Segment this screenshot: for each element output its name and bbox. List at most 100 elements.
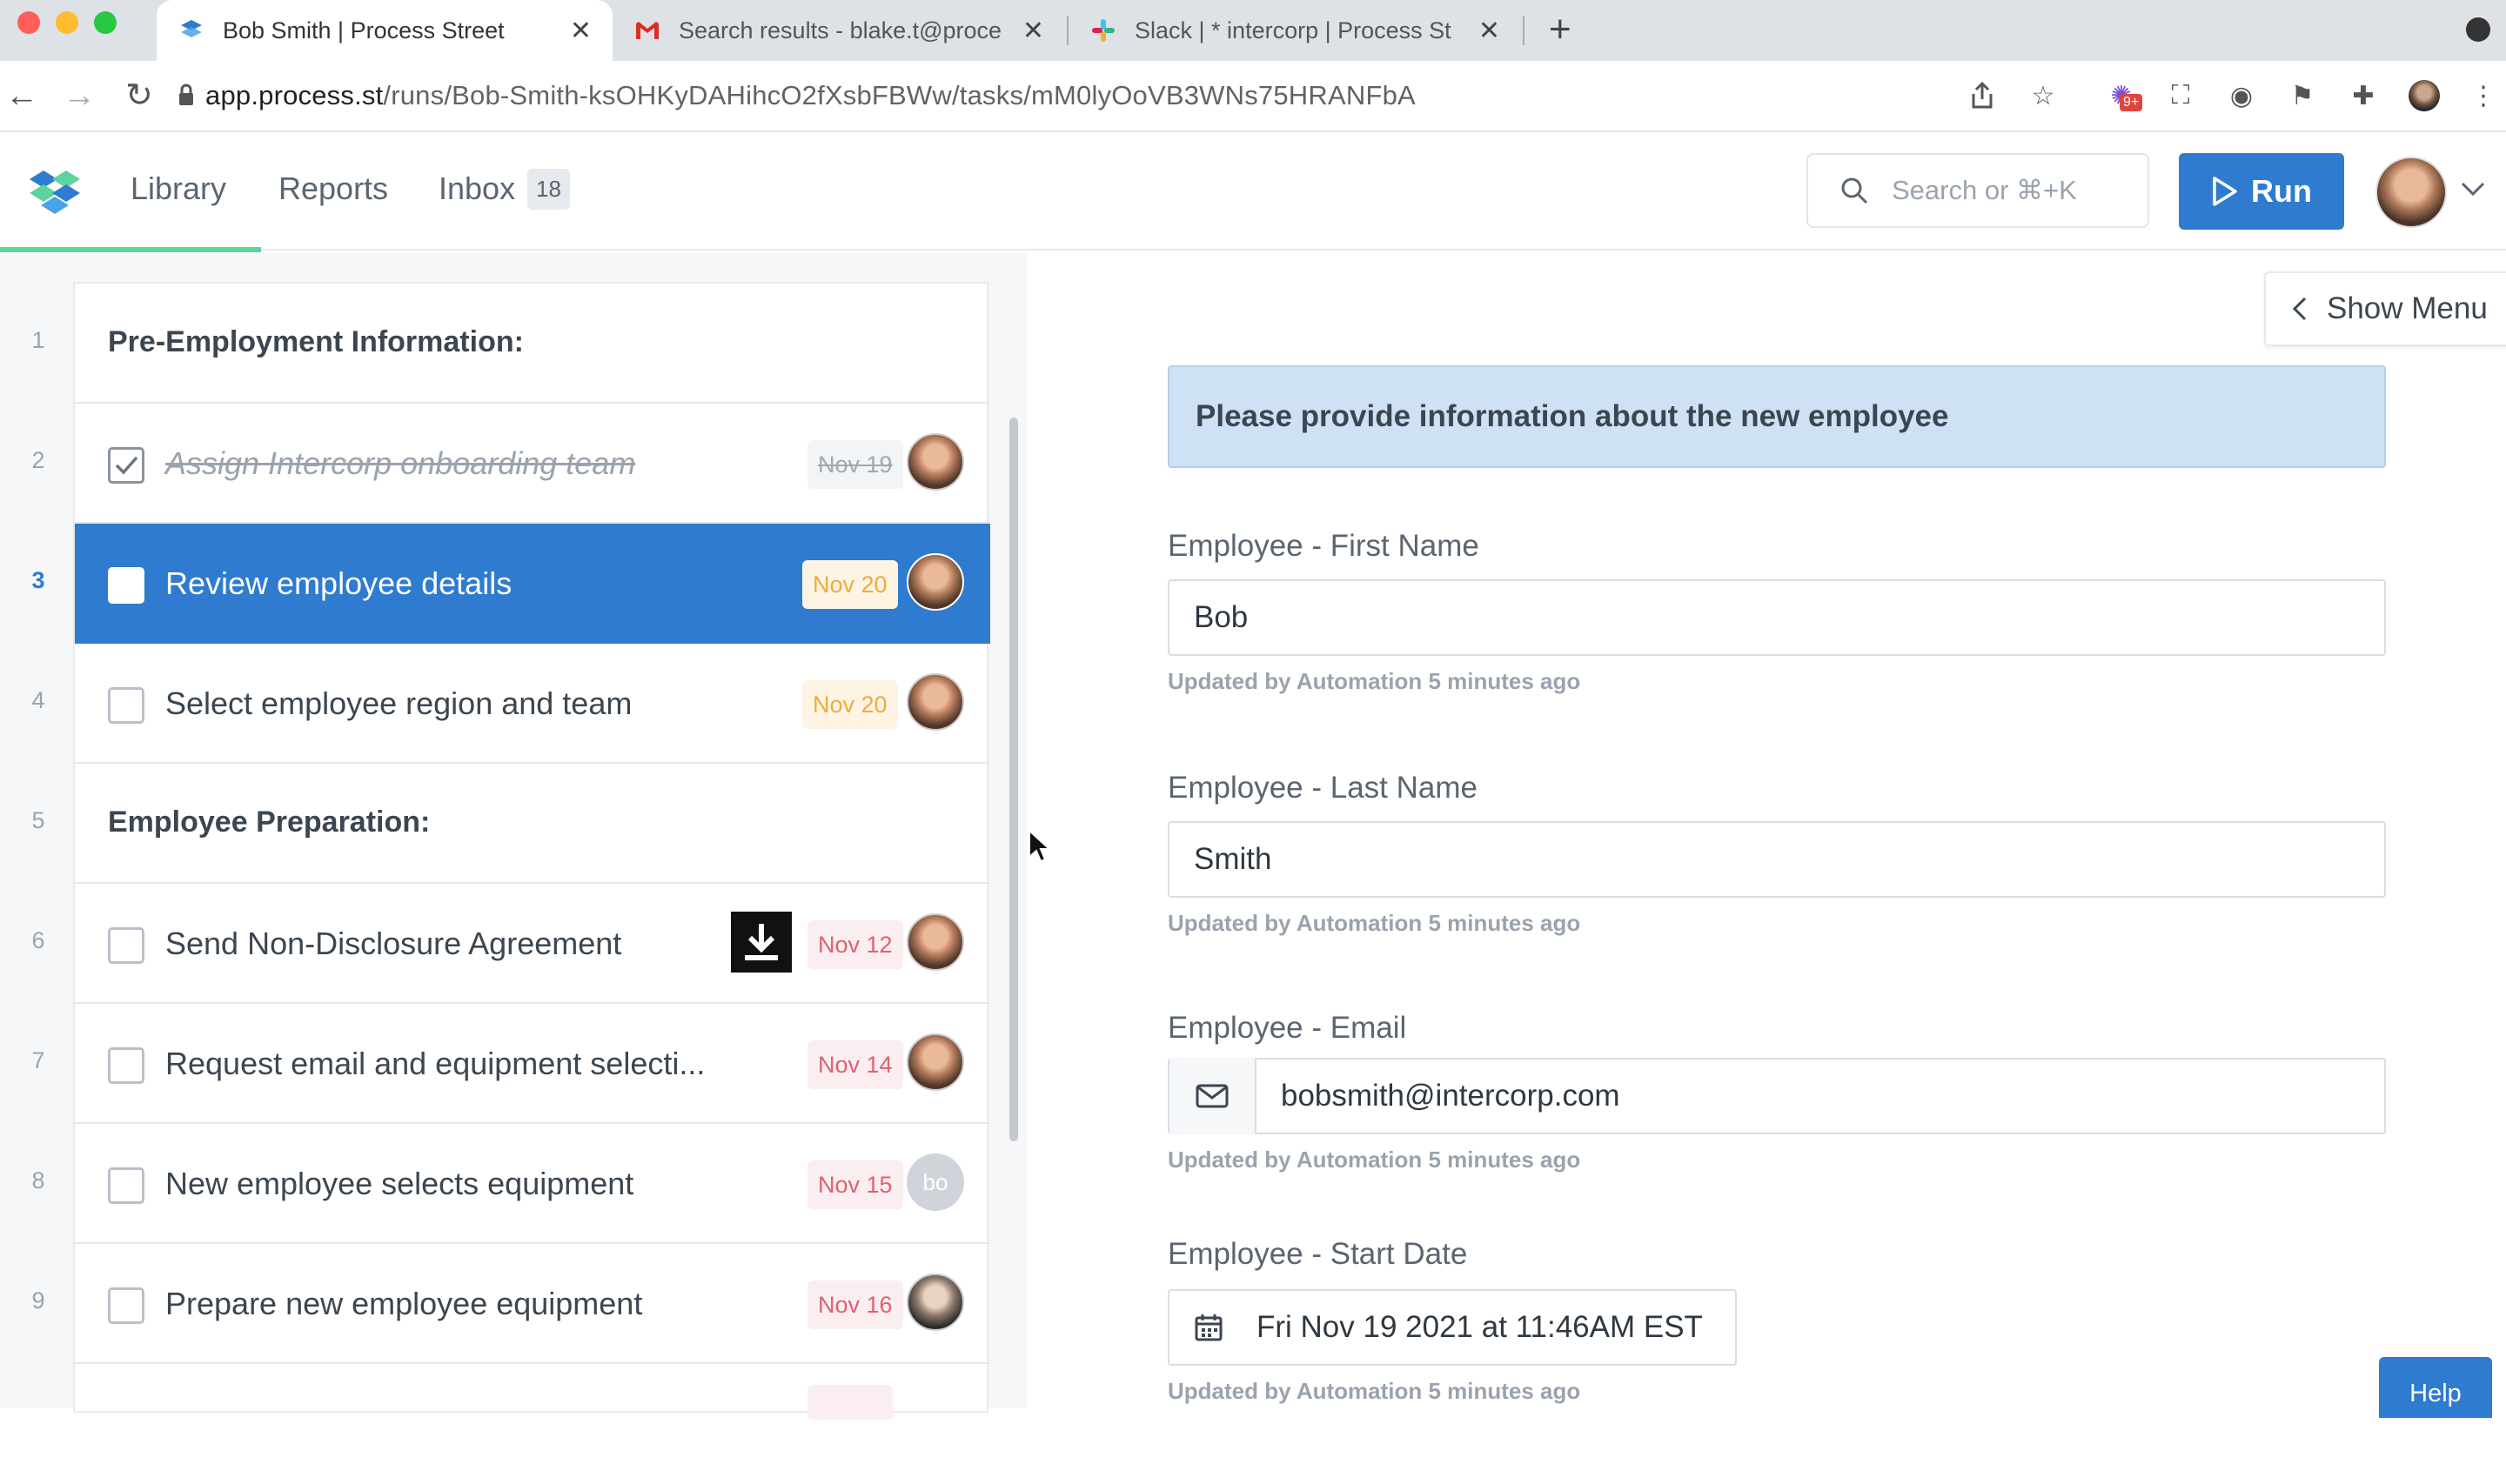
lock-icon[interactable] [178, 84, 195, 106]
tab-title: Bob Smith | Process Street [223, 17, 505, 43]
due-date-badge-partial [807, 1385, 893, 1420]
task-checkbox[interactable] [108, 687, 144, 724]
extensions-puzzle-icon[interactable]: ✚ [2348, 80, 2379, 111]
row-number: 4 [31, 687, 45, 713]
assignee-avatar[interactable] [907, 553, 964, 611]
task-row[interactable]: 4 Select employee region and team Nov 20 [31, 644, 990, 764]
address-bar-url[interactable]: app.process.st/runs/Bob-Smith-ksOHKyDAHi… [205, 80, 1416, 111]
task-list: 1 Pre-Employment Information: 2 Assign I… [31, 282, 990, 1420]
profile-avatar-icon[interactable] [2409, 80, 2440, 111]
due-date-badge: Nov 14 [807, 1040, 903, 1089]
start-date-label: Employee - Start Date [1168, 1237, 1468, 1271]
task-title: Send Non-Disclosure Agreement [165, 926, 622, 961]
process-street-favicon-icon [181, 20, 202, 37]
task-row[interactable]: 7 Request email and equipment selecti...… [31, 1004, 990, 1124]
due-date-badge: Nov 20 [802, 560, 898, 609]
process-street-logo-icon[interactable] [24, 162, 85, 217]
reload-icon[interactable]: ↻ [125, 75, 153, 117]
due-date-badge: Nov 15 [807, 1160, 903, 1209]
task-title: Prepare new employee equipment [165, 1286, 643, 1321]
email-updated-meta: Updated by Automation 5 minutes ago [1168, 1146, 1581, 1173]
task-checkbox[interactable] [108, 567, 144, 604]
nav-library-link[interactable]: Library [131, 170, 226, 207]
window-minimize-button[interactable] [56, 11, 78, 34]
show-menu-label: Show Menu [2327, 291, 2488, 325]
password-manager-icon[interactable]: ◉ [2226, 80, 2257, 111]
user-avatar[interactable] [2375, 157, 2447, 228]
assignee-avatar[interactable] [907, 433, 964, 491]
tab-close-icon[interactable]: ✕ [1478, 16, 1500, 46]
heading-text: Employee Preparation: [108, 806, 431, 839]
last-name-updated-meta: Updated by Automation 5 minutes ago [1168, 910, 1581, 936]
browser-toolbar: ← → ↻ app.process.st/runs/Bob-Smith-ksOH… [0, 61, 2506, 132]
pin-extension-icon[interactable]: ⚑ [2287, 80, 2318, 111]
task-row[interactable]: 9 Prepare new employee equipment Nov 16 [31, 1244, 990, 1364]
nav-reports-link[interactable]: Reports [278, 170, 388, 207]
start-date-field[interactable]: Fri Nov 19 2021 at 11:46AM EST [1168, 1289, 1737, 1366]
slack-favicon-icon [1092, 19, 1115, 42]
extension-gear-icon[interactable]: ✺9+ [2106, 80, 2143, 111]
last-name-label: Employee - Last Name [1168, 771, 1477, 805]
task-title: Request email and equipment selecti... [165, 1046, 706, 1081]
task-checkbox[interactable] [108, 1167, 144, 1204]
task-list-scrollbar[interactable] [1009, 418, 1018, 1141]
new-tab-plus-icon[interactable]: + [1549, 10, 1571, 49]
first-name-updated-meta: Updated by Automation 5 minutes ago [1168, 668, 1581, 694]
chevron-down-icon[interactable] [2459, 179, 2487, 198]
task-checkbox[interactable] [108, 1047, 144, 1084]
nav-inbox-link[interactable]: Inbox [439, 170, 515, 207]
help-button[interactable]: Help [2379, 1357, 2492, 1418]
assignee-initials-avatar[interactable]: bo [907, 1153, 964, 1211]
task-row[interactable]: 3 Review employee details Nov 20 [31, 524, 990, 644]
download-icon[interactable] [731, 912, 792, 973]
bookmark-star-icon[interactable]: ☆ [2027, 80, 2059, 111]
start-date-value: Fri Nov 19 2021 at 11:46AM EST [1256, 1310, 1703, 1344]
due-date-badge: Nov 16 [807, 1280, 903, 1329]
row-number: 7 [31, 1047, 45, 1073]
app-header: Library Reports Inbox 18 Search or ⌘+K R… [0, 132, 2506, 251]
url-host: app.process.st [205, 80, 384, 110]
row-number: 5 [31, 807, 45, 833]
forward-arrow-icon[interactable]: → [63, 75, 96, 117]
tab-search-chevron-icon[interactable] [2466, 17, 2490, 42]
browser-tab-strip: Bob Smith | Process Street ✕ Search resu… [0, 0, 2506, 61]
run-button[interactable]: Run [2179, 153, 2344, 230]
window-close-button[interactable] [17, 11, 40, 34]
global-search-input[interactable]: Search or ⌘+K [1806, 153, 2149, 228]
assignee-avatar[interactable] [907, 1273, 964, 1331]
browser-tab-process-street[interactable]: Bob Smith | Process Street ✕ [157, 0, 613, 61]
info-banner: Please provide information about the new… [1168, 365, 2386, 468]
task-row[interactable]: 8 New employee selects equipment Nov 15 … [31, 1124, 990, 1244]
email-field[interactable]: bobsmith@intercorp.com [1168, 1058, 2386, 1134]
chevron-left-icon [2292, 297, 2307, 321]
url-path: /runs/Bob-Smith-ksOHKyDAHihcO2fXsbFBWw/t… [383, 80, 1416, 110]
play-icon [2213, 177, 2237, 206]
tab-close-icon[interactable]: ✕ [570, 16, 592, 46]
task-detail-pane: Show Menu Please provide information abo… [1027, 252, 2506, 1418]
task-title: Select employee region and team [165, 685, 633, 721]
show-menu-button[interactable]: Show Menu [2264, 271, 2506, 346]
back-arrow-icon[interactable]: ← [5, 75, 38, 117]
screen-capture-icon[interactable]: ⛶ [2165, 80, 2196, 111]
task-row[interactable] [75, 1364, 990, 1484]
first-name-field[interactable]: Bob [1168, 579, 2386, 656]
browser-menu-icon[interactable]: ⋮ [2468, 80, 2499, 111]
share-icon[interactable] [1967, 80, 1998, 111]
search-placeholder: Search or ⌘+K [1892, 175, 2077, 205]
tab-title: Slack | * intercorp | Process St [1135, 17, 1451, 43]
task-row[interactable]: 2 Assign Intercorp onboarding team Nov 1… [31, 404, 990, 524]
browser-tab-gmail[interactable]: Search results - blake.t@proce ✕ [613, 0, 1065, 61]
assignee-avatar[interactable] [907, 1033, 964, 1091]
tab-close-icon[interactable]: ✕ [1022, 16, 1044, 46]
assignee-avatar[interactable] [907, 673, 964, 731]
browser-tab-slack[interactable]: Slack | * intercorp | Process St ✕ [1069, 0, 1521, 61]
task-row[interactable]: 6 Send Non-Disclosure Agreement Nov 12 [31, 884, 990, 1004]
task-checkbox[interactable] [108, 927, 144, 964]
task-checkbox[interactable] [108, 447, 144, 484]
assignee-avatar[interactable] [907, 913, 964, 971]
task-checkbox[interactable] [108, 1287, 144, 1324]
last-name-field[interactable]: Smith [1168, 821, 2386, 898]
row-number: 2 [31, 447, 45, 473]
window-zoom-button[interactable] [94, 11, 117, 34]
row-number: 6 [31, 927, 45, 953]
